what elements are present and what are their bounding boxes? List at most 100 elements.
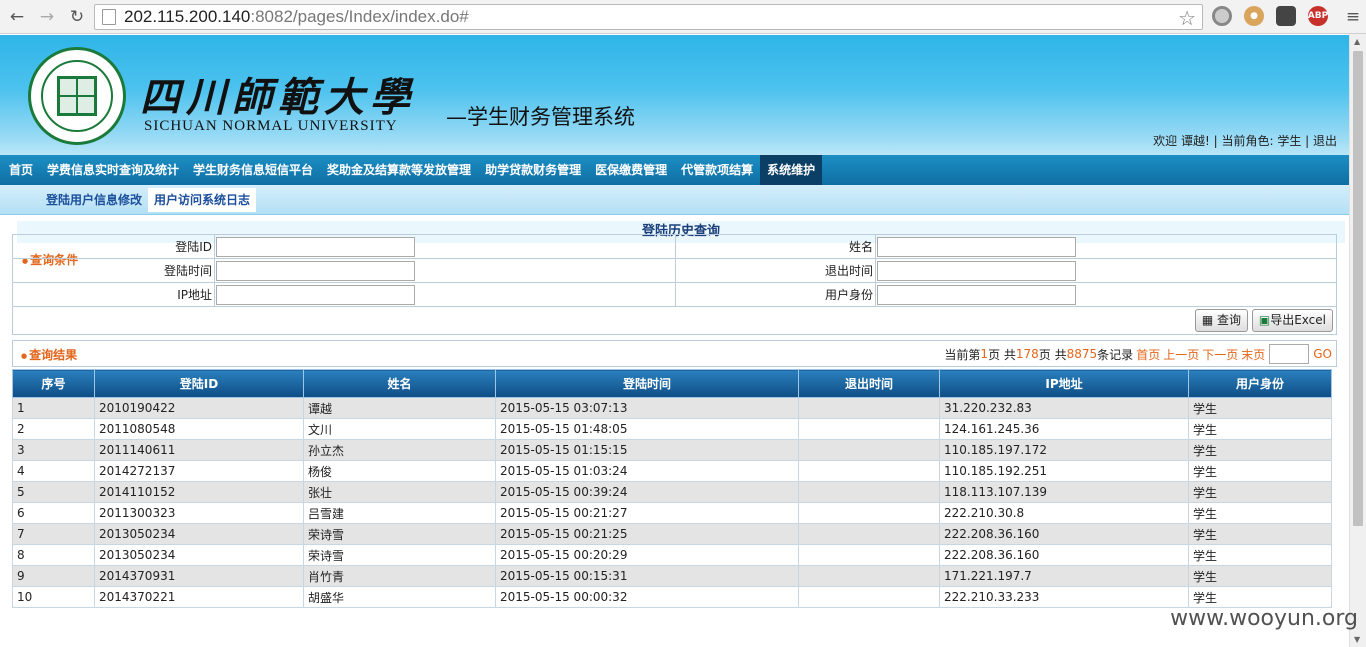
export-excel-button[interactable]: ▣导出Excel <box>1251 309 1333 332</box>
scroll-down-icon[interactable]: ▼ <box>1354 635 1360 644</box>
results-title: 查询结果 <box>21 346 77 363</box>
welcome-bar[interactable]: 欢迎 谭越! | 当前角色: 学生 | 退出 <box>1153 132 1337 149</box>
menu-item-trust-settlement[interactable]: 代管款项结算 <box>674 155 760 185</box>
table-cell <box>798 418 940 440</box>
ip-input[interactable] <box>216 284 415 305</box>
extension-ring-icon[interactable] <box>1212 6 1232 26</box>
menu-item-scholarship[interactable]: 奖助金及结算款等发放管理 <box>320 155 478 185</box>
table-cell <box>798 502 940 524</box>
column-header[interactable]: 退出时间 <box>798 369 940 398</box>
cookie-icon[interactable]: ● <box>1244 6 1264 26</box>
table-cell: 110.185.197.172 <box>939 439 1189 461</box>
reload-icon[interactable]: ↻ <box>64 4 90 30</box>
menu-item-medical-insurance[interactable]: 医保缴费管理 <box>588 155 674 185</box>
table-cell: 2015-05-15 00:20:29 <box>495 544 799 566</box>
table-row[interactable]: 10 2014370221 胡盛华 2015-05-15 00:00:32 222.21… <box>12 586 1332 608</box>
table-cell: 学生 <box>1188 460 1332 482</box>
column-header[interactable]: IP地址 <box>939 369 1189 398</box>
table-header-row: 序号 登陆ID 姓名 登陆时间 退出时间 IP地址 用户身份 <box>12 369 1332 398</box>
menu-item-home[interactable]: 首页 <box>2 155 40 185</box>
university-name-en: SICHUAN NORMAL UNIVERSITY <box>144 118 398 134</box>
table-cell: 3 <box>12 439 95 461</box>
column-header[interactable]: 序号 <box>12 369 95 398</box>
table-row[interactable]: 2 2011080548 文川 2015-05-15 01:48:05 124.161.… <box>12 418 1332 440</box>
query-actions: ▦ 查询 ▣导出Excel <box>12 307 1337 335</box>
menu-icon[interactable]: ≡ <box>1340 4 1366 30</box>
pager-prefix: 当前第 <box>944 347 981 362</box>
prev-page-link[interactable]: 上一页 <box>1163 346 1199 363</box>
table-cell: 杨俊 <box>303 460 496 482</box>
table-cell: 1 <box>12 397 95 419</box>
table-row[interactable]: 5 2014110152 张壮 2015-05-15 00:39:24 118.113.… <box>12 481 1332 503</box>
submenu-item-access-log[interactable]: 用户访问系统日志 <box>148 187 257 212</box>
column-header[interactable]: 姓名 <box>303 369 496 398</box>
header-banner: 四川師範大學 SICHUAN NORMAL UNIVERSITY —学生财务管理… <box>0 35 1349 155</box>
identity-input[interactable] <box>877 284 1076 305</box>
table-cell: 2015-05-15 00:15:31 <box>495 565 799 587</box>
table-cell: 2011080548 <box>94 418 304 440</box>
login-time-input[interactable] <box>216 260 415 281</box>
back-arrow-icon[interactable]: ← <box>4 4 30 30</box>
column-header[interactable]: 登陆ID <box>94 369 304 398</box>
address-bar[interactable]: 202.115.200.140:8082/pages/Index/index.d… <box>94 4 1203 30</box>
table-cell: 222.208.36.160 <box>939 544 1189 566</box>
table-row[interactable]: 7 2013050234 荣诗雪 2015-05-15 00:21:25 222.208… <box>12 523 1332 545</box>
page-icon <box>102 9 116 25</box>
forward-arrow-icon[interactable]: → <box>34 4 60 30</box>
table-cell <box>798 523 940 545</box>
name-input[interactable] <box>877 236 1076 257</box>
table-cell: 31.220.232.83 <box>939 397 1189 419</box>
submenu-item-user-info[interactable]: 登陆用户信息修改 <box>40 188 148 212</box>
table-row[interactable]: 4 2014272137 杨俊 2015-05-15 01:03:24 110.185.… <box>12 460 1332 482</box>
table-row[interactable]: 3 2011140611 孙立杰 2015-05-15 01:15:15 110.185… <box>12 439 1332 461</box>
scroll-thumb[interactable] <box>1353 51 1363 526</box>
login-id-input[interactable] <box>216 236 415 257</box>
login-id-label: 登陆ID <box>12 234 215 259</box>
menu-item-sms-platform[interactable]: 学生财务信息短信平台 <box>186 155 320 185</box>
mask-icon[interactable] <box>1276 6 1296 26</box>
table-cell: 张壮 <box>303 481 496 503</box>
last-page-link[interactable]: 末页 <box>1241 346 1265 363</box>
table-row[interactable]: 9 2014370931 肖竹青 2015-05-15 00:15:31 171.221… <box>12 565 1332 587</box>
table-cell: 2015-05-15 00:21:25 <box>495 523 799 545</box>
table-cell: 2015-05-15 00:21:27 <box>495 502 799 524</box>
menu-item-tuition-query[interactable]: 学费信息实时查询及统计 <box>40 155 186 185</box>
table-cell: 荣诗雪 <box>303 523 496 545</box>
bookmark-star-icon[interactable]: ☆ <box>1178 6 1196 31</box>
table-cell: 学生 <box>1188 397 1332 419</box>
menu-item-system-maintenance[interactable]: 系统维护 <box>760 155 823 185</box>
table-cell: 2 <box>12 418 95 440</box>
column-header[interactable]: 登陆时间 <box>495 369 799 398</box>
table-cell: 胡盛华 <box>303 586 496 608</box>
table-cell: 学生 <box>1188 502 1332 524</box>
table-cell: 2011140611 <box>94 439 304 461</box>
table-row[interactable]: 6 2011300323 吕雪建 2015-05-15 00:21:27 222.210… <box>12 502 1332 524</box>
scroll-up-icon[interactable]: ▲ <box>1354 37 1360 46</box>
table-cell: 荣诗雪 <box>303 544 496 566</box>
table-cell <box>798 544 940 566</box>
sub-menu: 登陆用户信息修改 用户访问系统日志 <box>0 185 1349 215</box>
current-page: 1 <box>980 347 989 361</box>
table-cell: 文川 <box>303 418 496 440</box>
table-cell: 2014272137 <box>94 460 304 482</box>
table-cell: 吕雪建 <box>303 502 496 524</box>
search-button[interactable]: ▦ 查询 <box>1194 309 1248 332</box>
first-page-link[interactable]: 首页 <box>1136 346 1160 363</box>
adblock-icon[interactable]: ABP <box>1308 6 1328 26</box>
table-cell: 6 <box>12 502 95 524</box>
column-header[interactable]: 用户身份 <box>1188 369 1332 398</box>
table-row[interactable]: 8 2013050234 荣诗雪 2015-05-15 00:20:29 222.208… <box>12 544 1332 566</box>
table-cell: 2014370221 <box>94 586 304 608</box>
menu-item-student-loan[interactable]: 助学贷款财务管理 <box>478 155 588 185</box>
table-row[interactable]: 1 2010190422 谭越 2015-05-15 03:07:13 31.220.2… <box>12 397 1332 419</box>
next-page-link[interactable]: 下一页 <box>1202 346 1238 363</box>
page-scrollbar[interactable]: ▲ ▼ <box>1349 34 1366 647</box>
table-cell: 2015-05-15 00:00:32 <box>495 586 799 608</box>
table-cell: 学生 <box>1188 565 1332 587</box>
table-cell: 7 <box>12 523 95 545</box>
table-cell: 2015-05-15 01:03:24 <box>495 460 799 482</box>
table-cell: 118.113.107.139 <box>939 481 1189 503</box>
logout-time-input[interactable] <box>877 260 1076 281</box>
page-number-input[interactable] <box>1269 344 1310 364</box>
go-button[interactable]: GO <box>1313 347 1332 361</box>
